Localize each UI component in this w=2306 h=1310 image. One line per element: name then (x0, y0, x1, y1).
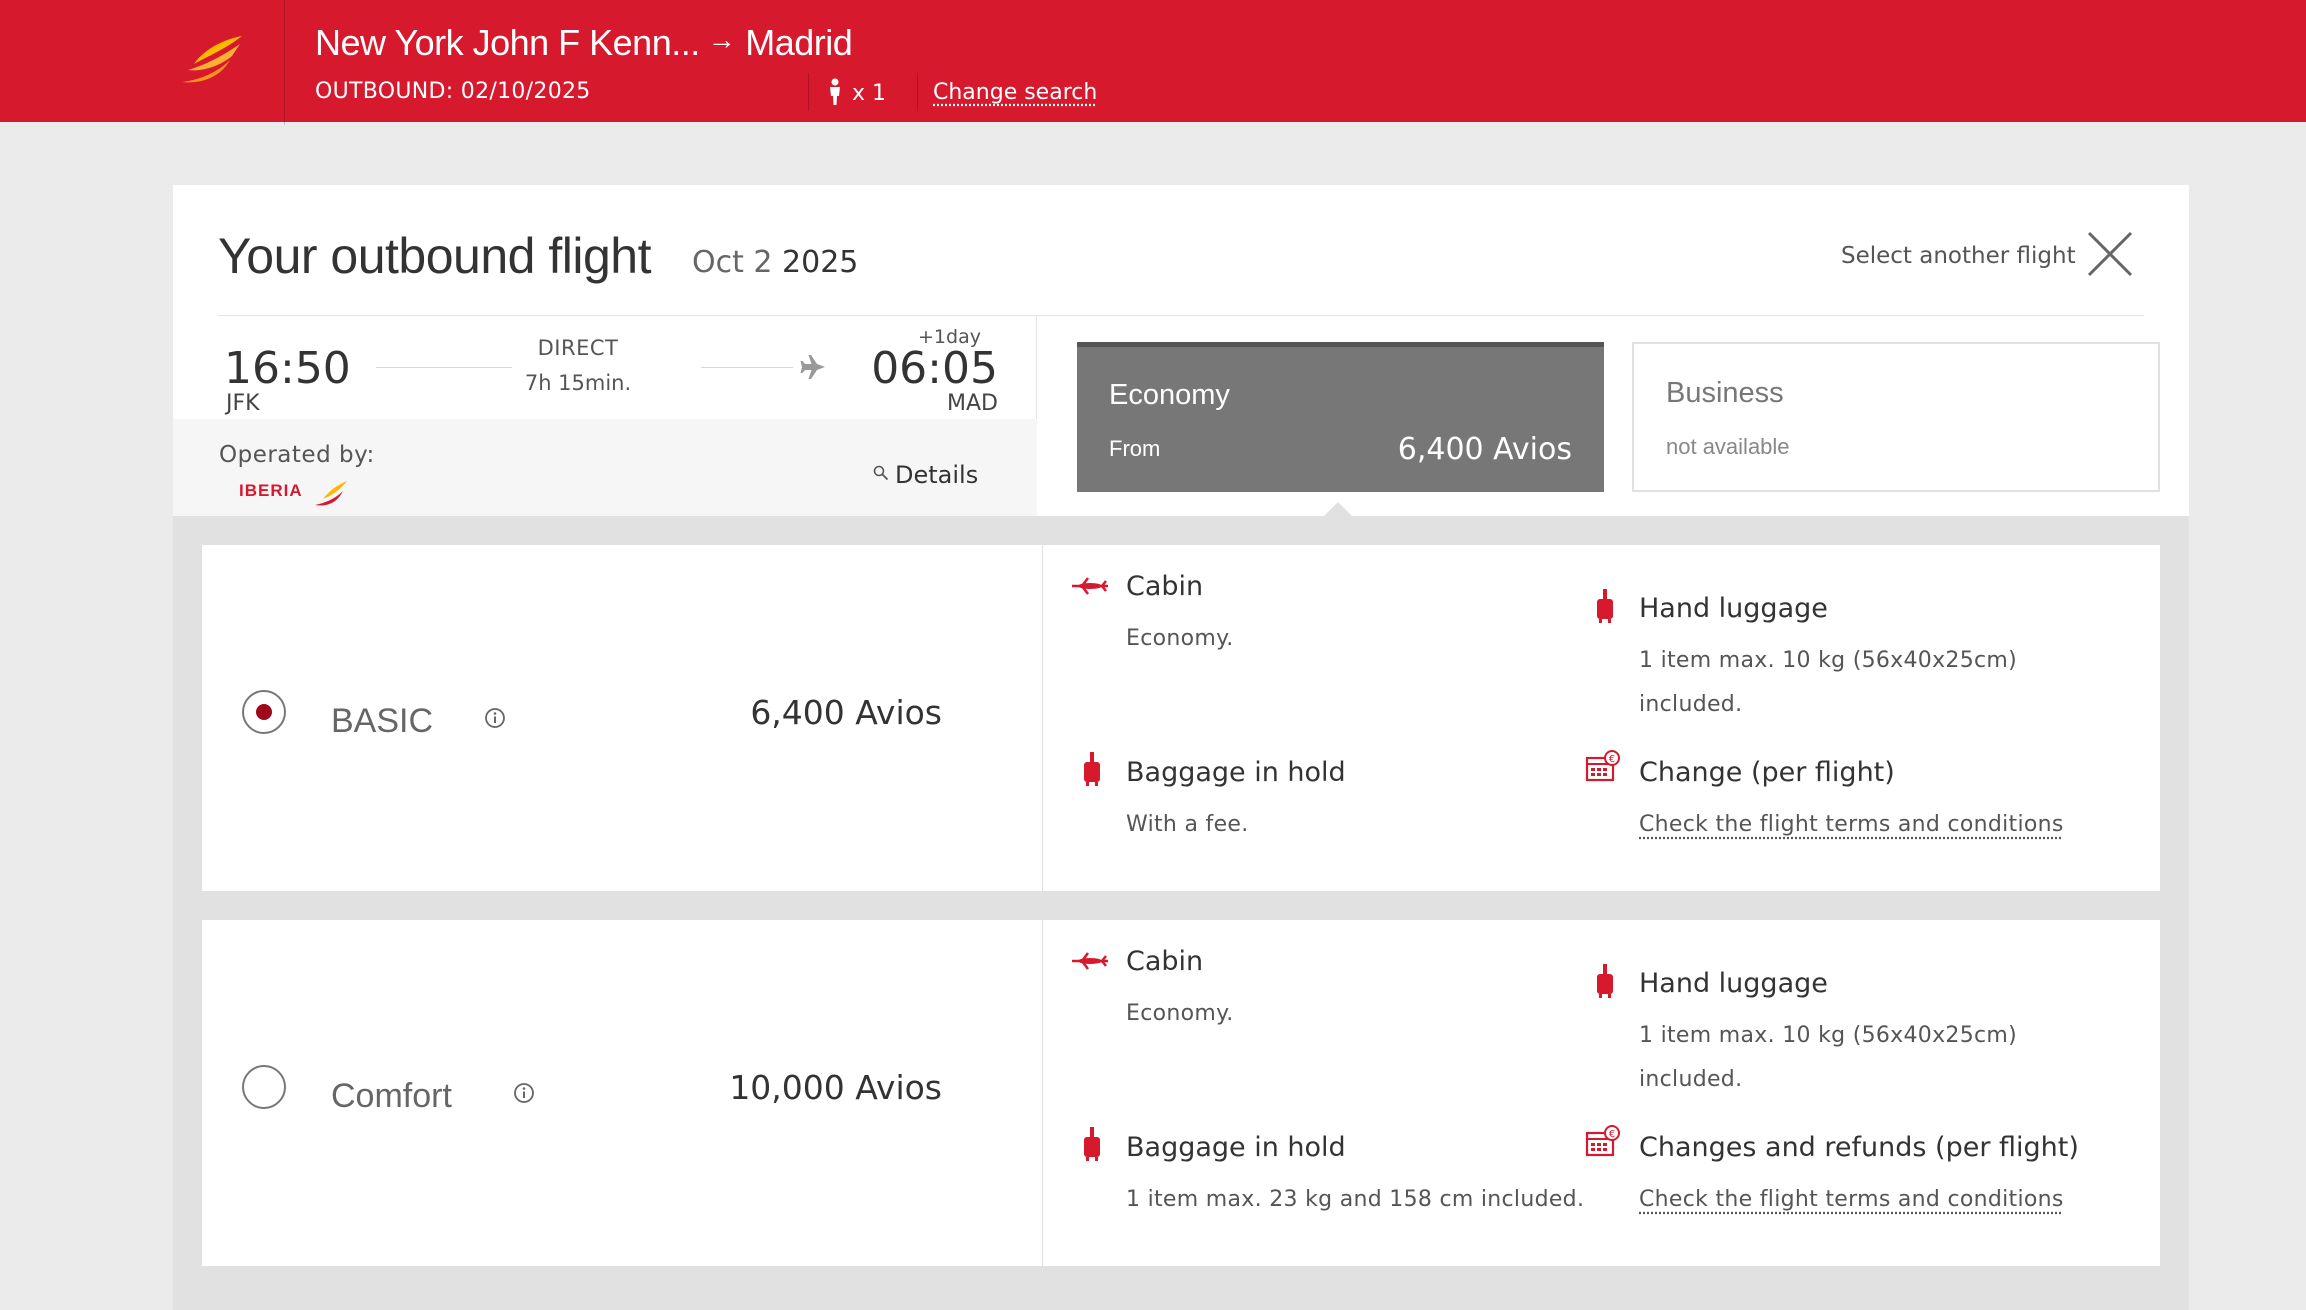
suitcase-icon (1084, 1127, 1100, 1161)
plane-icon (800, 355, 825, 379)
tab-economy-price: 6,400 Avios (1397, 432, 1572, 467)
feature-title: Hand luggage (1639, 593, 1828, 624)
tab-business-status: not available (1666, 434, 1790, 459)
fare-summary: BASIC 6,400 Avios (202, 545, 1043, 891)
close-icon[interactable] (2085, 229, 2135, 279)
feature-title: Changes and refunds (per flight) (1639, 1132, 2079, 1163)
arrow-right-icon: → (707, 24, 736, 55)
operated-by-label: Operated by: (219, 442, 375, 468)
fare-price: 10,000 Avios (729, 1068, 942, 1107)
feature-desc: 1 item max. 10 kg (56x40x25cm) included. (1639, 639, 2017, 727)
select-another-flight-link[interactable]: Select another flight (1841, 243, 2076, 269)
fare-option-comfort[interactable]: Comfort 10,000 Avios Cabin Economy. Hand… (202, 920, 2160, 1266)
fare-option-basic[interactable]: BASIC 6,400 Avios Cabin Economy. Hand lu… (202, 545, 2160, 891)
arrival-airport: MAD (947, 391, 998, 416)
fare-radio-basic[interactable] (242, 690, 286, 734)
tab-economy-label: Economy (1109, 379, 1230, 411)
feature-desc: With a fee. (1126, 812, 1249, 837)
feature-desc: Economy. (1126, 1001, 1234, 1026)
feature-title: Hand luggage (1639, 968, 1828, 999)
header-divider (808, 73, 809, 111)
feature-title: Change (per flight) (1639, 757, 1895, 788)
route-line (376, 367, 512, 368)
feature-desc-line: 1 item max. 10 kg (56x40x25cm) (1639, 648, 2018, 673)
terms-conditions-link[interactable]: Check the flight terms and conditions (1639, 803, 2064, 847)
feature-desc-line: included. (1639, 692, 1743, 717)
iberia-logo-icon[interactable] (180, 34, 246, 84)
flight-date-day: Oct 2 (692, 245, 773, 280)
iberia-airline-logo: IBERIA (239, 481, 347, 506)
destination-city: Madrid (745, 22, 853, 63)
feature-title: Baggage in hold (1126, 1132, 1346, 1163)
passenger-count-label: x 1 (852, 81, 887, 106)
feature-title: Cabin (1126, 571, 1204, 602)
change-search-link[interactable]: Change search (933, 80, 1097, 105)
info-icon[interactable] (513, 1082, 535, 1104)
outbound-date: OUTBOUND: 02/10/2025 (315, 79, 591, 104)
plane-cabin-icon (1072, 577, 1108, 595)
calendar-euro-icon: € (1585, 750, 1620, 782)
details-link[interactable]: Details (873, 461, 978, 489)
fare-price: 6,400 Avios (750, 693, 942, 732)
feature-title: Baggage in hold (1126, 757, 1346, 788)
svg-text:€: € (1609, 754, 1615, 765)
route-title: New York John F Kenn... → Madrid (315, 22, 853, 64)
fare-name: Comfort (331, 1077, 452, 1115)
feature-desc: 1 item max. 23 kg and 158 cm included. (1126, 1187, 1585, 1212)
passenger-count: x 1 (828, 78, 886, 106)
fare-summary: Comfort 10,000 Avios (202, 920, 1043, 1266)
origin-city: New York John F Kenn... (315, 22, 700, 63)
plane-cabin-icon (1072, 952, 1108, 970)
fare-options: BASIC 6,400 Avios Cabin Economy. Hand lu… (173, 516, 2189, 1310)
feature-desc-line: 1 item max. 10 kg (56x40x25cm) (1639, 1023, 2018, 1048)
airline-name: IBERIA (239, 481, 303, 500)
feature-desc: Economy. (1126, 626, 1234, 651)
terms-conditions-link[interactable]: Check the flight terms and conditions (1639, 1178, 2064, 1222)
fare-name: BASIC (331, 702, 434, 740)
outbound-flight-card: Your outbound flight Oct 2 2025 Select a… (173, 185, 2189, 1310)
header-bar: New York John F Kenn... → Madrid OUTBOUND:… (0, 0, 2306, 125)
flight-type: DIRECT (537, 336, 619, 360)
flight-date-year: 2025 (782, 245, 859, 280)
feature-title: Cabin (1126, 946, 1204, 977)
suitcase-icon (1084, 752, 1100, 786)
flight-duration: 7h 15min. (524, 371, 632, 395)
feature-desc-line: included. (1639, 1067, 1743, 1092)
arrival-time: 06:05 (871, 343, 998, 394)
header-divider (917, 73, 918, 111)
tab-business-label: Business (1666, 377, 1784, 409)
suitcase-icon (1597, 589, 1613, 623)
feature-desc: 1 item max. 10 kg (56x40x25cm) included. (1639, 1014, 2017, 1102)
svg-text:€: € (1609, 1129, 1615, 1140)
tab-pointer (1324, 502, 1352, 516)
flight-summary: 16:50 JFK DIRECT 7h 15min. +1day 06:05 M… (173, 316, 1037, 516)
tab-business: Business not available (1632, 342, 2160, 492)
logo-area[interactable] (0, 0, 285, 125)
calendar-euro-icon: € (1585, 1125, 1620, 1157)
flight-date: Oct 2 2025 (692, 245, 858, 280)
search-icon (873, 465, 889, 481)
route-line (701, 367, 793, 368)
departure-time: 16:50 (224, 343, 351, 394)
tab-economy[interactable]: Economy From 6,400 Avios (1077, 342, 1604, 492)
departure-airport: JFK (226, 391, 260, 416)
info-icon[interactable] (484, 707, 506, 729)
suitcase-icon (1597, 964, 1613, 998)
tab-economy-from: From (1109, 436, 1161, 461)
passenger-icon (830, 78, 840, 105)
fare-radio-comfort[interactable] (242, 1065, 286, 1109)
page-title: Your outbound flight (218, 228, 651, 284)
details-label: Details (895, 461, 979, 489)
